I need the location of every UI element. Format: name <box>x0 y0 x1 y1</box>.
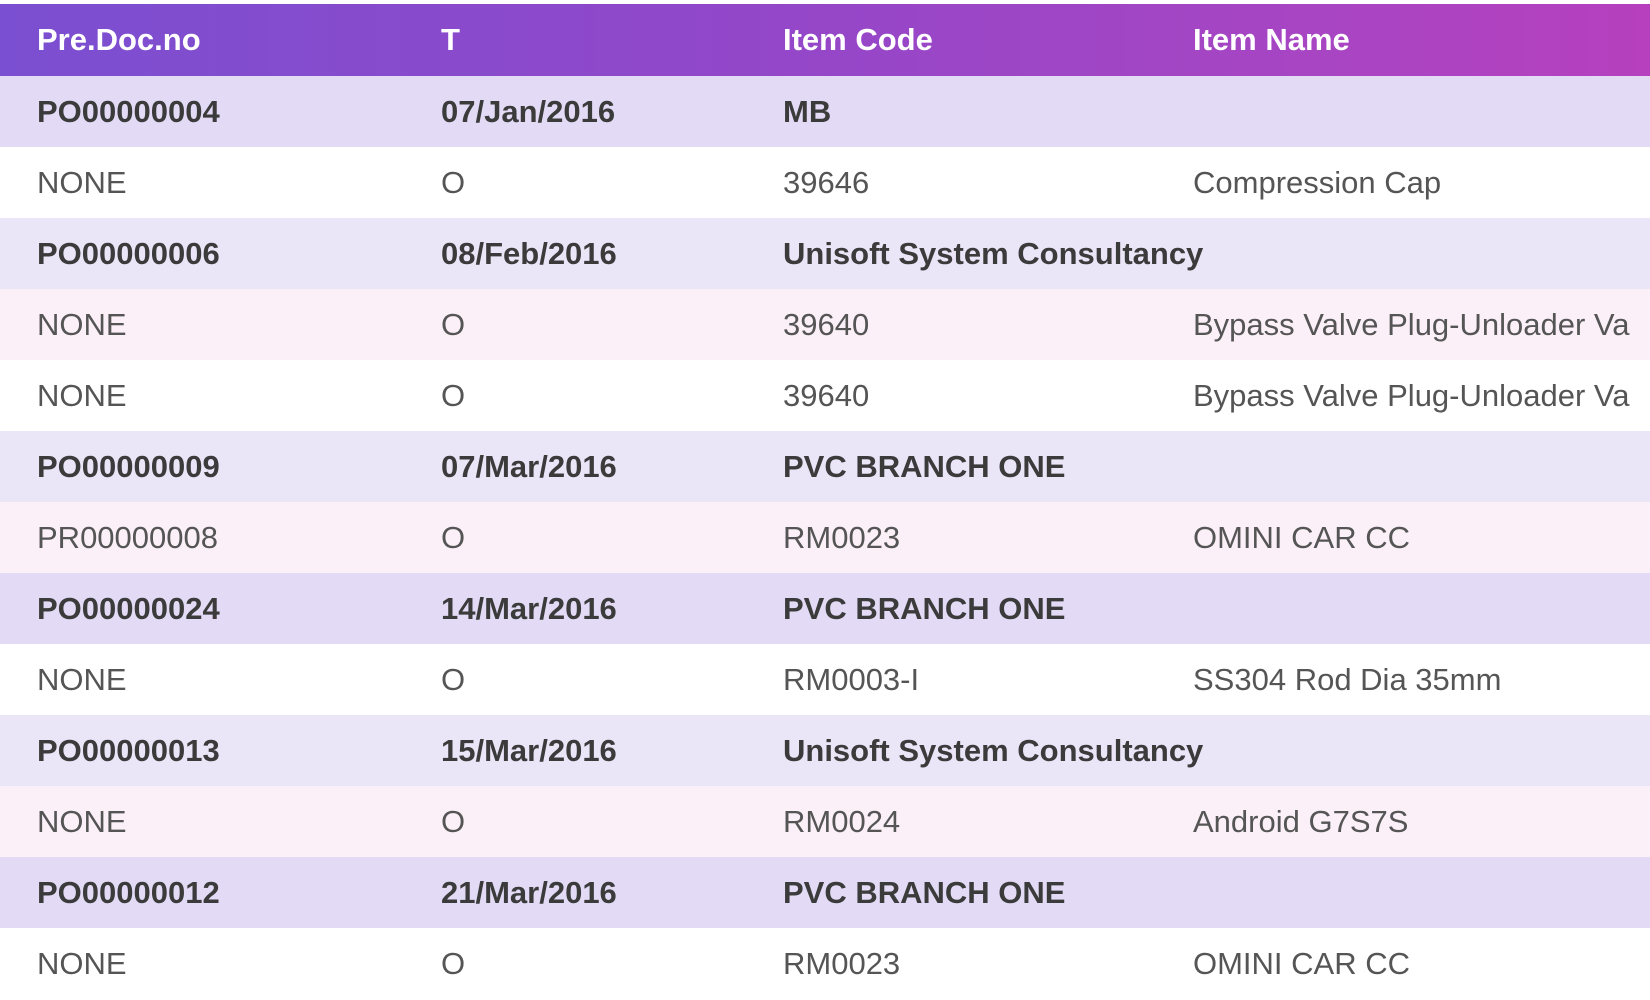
item-code-cell: 39640 <box>783 378 870 413</box>
pre-doc-no-cell: PR00000008 <box>37 520 218 555</box>
column-header-pre-doc-no[interactable]: Pre.Doc.no <box>37 4 201 76</box>
pre-doc-no-cell: NONE <box>37 165 127 200</box>
table-group-row[interactable]: PO00000024 14/Mar/2016 PVC BRANCH ONE <box>0 573 1650 644</box>
item-name-cell: SS304 Rod Dia 35mm <box>1193 662 1502 697</box>
doc-number-cell: PO00000013 <box>37 733 220 768</box>
table-row[interactable]: NONE O 39640 Bypass Valve Plug-Unloader Va <box>0 289 1650 360</box>
doc-date-cell: 07/Mar/2016 <box>441 449 617 484</box>
supplier-name-cell: PVC BRANCH ONE <box>783 449 1066 484</box>
table-row[interactable]: NONE O RM0003-I SS304 Rod Dia 35mm <box>0 644 1650 715</box>
supplier-name-cell: Unisoft System Consultancy <box>783 236 1204 271</box>
item-name-cell: Bypass Valve Plug-Unloader Va <box>1193 307 1630 342</box>
pre-doc-no-cell: NONE <box>37 946 127 981</box>
table-group-row[interactable]: PO00000006 08/Feb/2016 Unisoft System Cons… <box>0 218 1650 289</box>
doc-number-cell: PO00000024 <box>37 591 220 626</box>
supplier-name-cell: PVC BRANCH ONE <box>783 591 1066 626</box>
column-header-item-name[interactable]: Item Name <box>1193 4 1350 76</box>
doc-number-cell: PO00000012 <box>37 875 220 910</box>
table-group-row[interactable]: PO00000009 07/Mar/2016 PVC BRANCH ONE <box>0 431 1650 502</box>
doc-date-cell: 07/Jan/2016 <box>441 94 616 129</box>
column-header-t[interactable]: T <box>441 4 460 76</box>
doc-date-cell: 14/Mar/2016 <box>441 591 617 626</box>
item-code-cell: RM0003-I <box>783 662 920 697</box>
table-row[interactable]: NONE O 39646 Compression Cap <box>0 147 1650 218</box>
pre-doc-no-cell: NONE <box>37 378 127 413</box>
item-code-cell: 39640 <box>783 307 870 342</box>
item-name-cell: Android G7S7S <box>1193 804 1409 839</box>
purchase-order-table: Pre.Doc.no T Item Code Item Name PO00000… <box>0 0 1650 1000</box>
item-code-cell: 39646 <box>783 165 870 200</box>
pre-doc-no-cell: NONE <box>37 307 127 342</box>
table-header: Pre.Doc.no T Item Code Item Name <box>0 4 1650 76</box>
column-header-item-code[interactable]: Item Code <box>783 4 933 76</box>
table-row[interactable]: NONE O RM0024 Android G7S7S <box>0 786 1650 857</box>
table-row[interactable]: PR00000008 O RM0023 OMINI CAR CC <box>0 502 1650 573</box>
type-cell: O <box>441 662 466 697</box>
type-cell: O <box>441 307 466 342</box>
item-name-cell: OMINI CAR CC <box>1193 520 1410 555</box>
item-code-cell: RM0023 <box>783 946 901 981</box>
table-body: PO00000004 07/Jan/2016 MB NONE O 39646 Compres… <box>0 76 1650 999</box>
supplier-name-cell: Unisoft System Consultancy <box>783 733 1204 768</box>
doc-number-cell: PO00000009 <box>37 449 220 484</box>
type-cell: O <box>441 946 466 981</box>
item-code-cell: RM0024 <box>783 804 901 839</box>
pre-doc-no-cell: NONE <box>37 662 127 697</box>
supplier-name-cell: MB <box>783 94 832 129</box>
table-row[interactable]: NONE O 39640 Bypass Valve Plug-Unloader Va <box>0 360 1650 431</box>
type-cell: O <box>441 804 466 839</box>
table-group-row[interactable]: PO00000004 07/Jan/2016 MB <box>0 76 1650 147</box>
item-code-cell: RM0023 <box>783 520 901 555</box>
doc-number-cell: PO00000006 <box>37 236 220 271</box>
item-name-cell: Compression Cap <box>1193 165 1442 200</box>
doc-number-cell: PO00000004 <box>37 94 220 129</box>
type-cell: O <box>441 165 466 200</box>
table-group-row[interactable]: PO00000013 15/Mar/2016 Unisoft System Cons… <box>0 715 1650 786</box>
supplier-name-cell: PVC BRANCH ONE <box>783 875 1066 910</box>
doc-date-cell: 08/Feb/2016 <box>441 236 617 271</box>
item-name-cell: OMINI CAR CC <box>1193 946 1410 981</box>
type-cell: O <box>441 520 466 555</box>
doc-date-cell: 21/Mar/2016 <box>441 875 617 910</box>
type-cell: O <box>441 378 466 413</box>
table-group-row[interactable]: PO00000012 21/Mar/2016 PVC BRANCH ONE <box>0 857 1650 928</box>
pre-doc-no-cell: NONE <box>37 804 127 839</box>
doc-date-cell: 15/Mar/2016 <box>441 733 617 768</box>
item-name-cell: Bypass Valve Plug-Unloader Va <box>1193 378 1630 413</box>
table-row[interactable]: NONE O RM0023 OMINI CAR CC <box>0 928 1650 999</box>
